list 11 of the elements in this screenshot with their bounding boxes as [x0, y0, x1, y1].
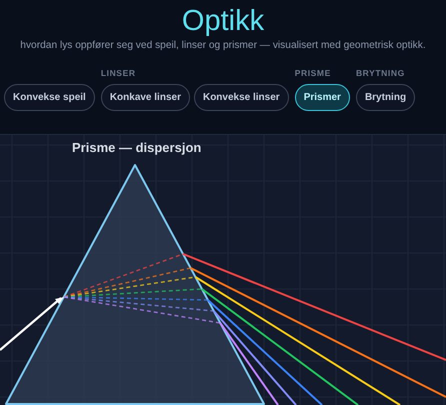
page-title: Optikk	[182, 4, 264, 38]
tab[interactable]: Prismer	[294, 84, 350, 111]
tab[interactable]: Konkave linser	[100, 84, 190, 111]
tab-group-label: PRISME	[294, 67, 332, 80]
canvas-title: Prisme — dispersjon	[72, 140, 202, 155]
tab-group-label: LINSER	[100, 67, 137, 80]
page-subtitle: hvordan lys oppfører seg ved speil, linser og prismer — visualisert med geometrisk optikk.	[20, 40, 426, 51]
tab[interactable]: Konvekse speil	[4, 84, 95, 111]
tab-group-label: BRYTNING	[356, 67, 406, 80]
tab[interactable]: Konvekse linser	[194, 84, 289, 111]
tab[interactable]: Brytning	[356, 84, 416, 111]
